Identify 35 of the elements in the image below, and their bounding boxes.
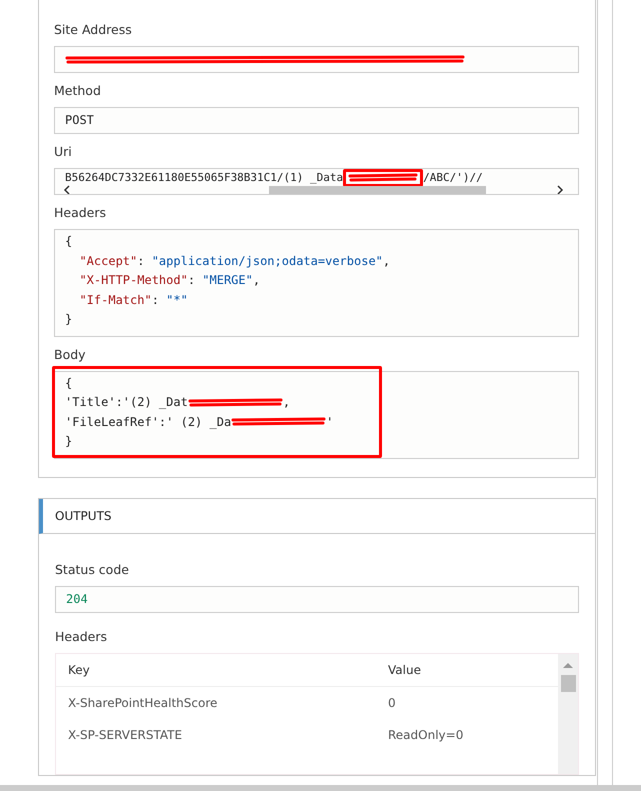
table-cell-text: X-SharePointHealthScore <box>68 696 218 710</box>
code-line: 'Title':'(2) _Dat <box>65 395 188 409</box>
field-label: Body <box>54 346 87 364</box>
code-line: { <box>65 233 74 250</box>
column-header: Value <box>388 662 422 676</box>
table-cell-text: 0 <box>388 696 397 710</box>
code-line: ' <box>326 414 334 428</box>
column-header: Key <box>68 662 91 676</box>
code-line: "Accept": "application/json;odata=verbose", <box>78 252 392 270</box>
code-line: } <box>65 311 74 328</box>
code-line: "X-HTTP-Method": "MERGE", <box>78 272 262 289</box>
table-cell-text: ReadOnly=0 <box>388 728 464 742</box>
uri-text: /ABC/')// <box>423 171 483 184</box>
chevron-right-icon[interactable] <box>556 184 564 194</box>
uri-text: B56264DC7332E61180E55065F38B31C1/(1) _Data <box>65 171 344 184</box>
vertical-scrollbar[interactable] <box>558 654 578 774</box>
card-title: OUTPUTS <box>55 508 112 522</box>
text-field[interactable] <box>54 46 579 73</box>
code-line: , <box>282 395 290 409</box>
uri-field[interactable]: B56264DC7332E61180E55065F38B31C1/(1) _Data /ABC/')// <box>54 168 579 195</box>
field-label: Site Address <box>54 22 133 39</box>
code-line: "If-Match": "*" <box>78 292 189 308</box>
horizontal-scrollbar[interactable] <box>0 785 641 791</box>
code-line: 'FileLeafRef':' (2) _Da <box>65 414 232 428</box>
status-field: 204 <box>55 586 579 612</box>
code-line: { <box>65 376 72 390</box>
field-label: Uri <box>54 144 73 161</box>
table-cell-text: X-SP-SERVERSTATE <box>68 728 184 742</box>
field-label: Headers <box>55 628 108 646</box>
field-label: Headers <box>54 205 108 222</box>
chevron-left-icon[interactable] <box>63 184 71 194</box>
field-label: Status code <box>55 562 130 578</box>
code-line: } <box>65 434 72 448</box>
text-field[interactable]: POST <box>54 107 579 134</box>
field-label: Method <box>54 83 102 100</box>
